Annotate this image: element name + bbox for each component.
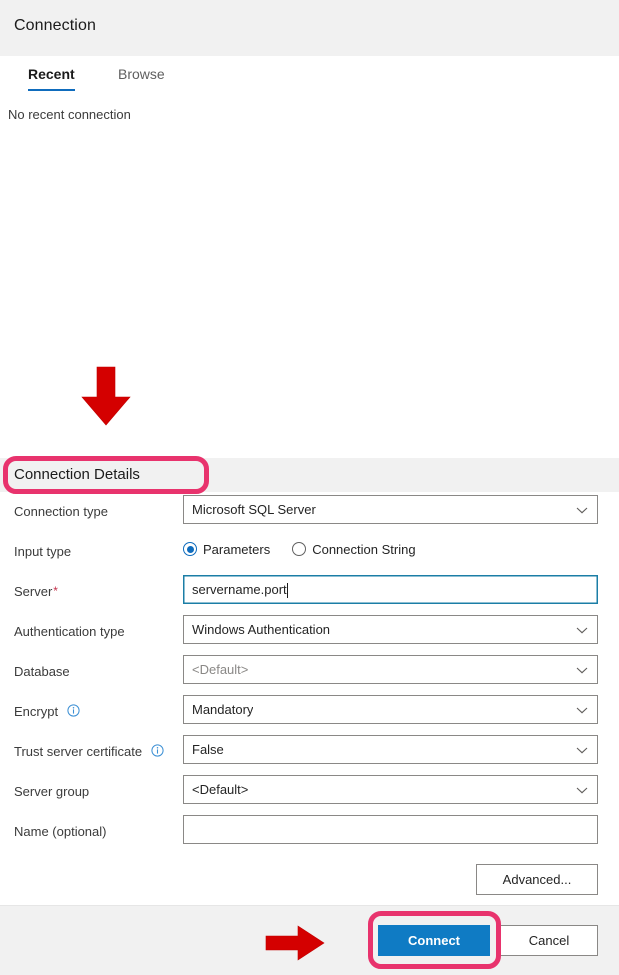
dropdown-server-group[interactable]: <Default>	[183, 775, 598, 804]
tab-recent[interactable]: Recent	[28, 66, 75, 91]
radio-option-connection-string[interactable]: Connection String	[292, 541, 416, 557]
advanced-button[interactable]: Advanced...	[476, 864, 598, 895]
dropdown-encrypt-value: Mandatory	[192, 702, 254, 717]
field-row-encrypt: Encrypt Mandatory	[0, 692, 619, 732]
dropdown-trust-server-certificate-value: False	[192, 742, 224, 757]
radio-selected-icon	[183, 542, 197, 556]
radiogroup-input-type: Parameters Connection String	[183, 536, 438, 562]
dropdown-server-group-value: <Default>	[192, 782, 249, 797]
field-row-name: Name (optional)	[0, 812, 619, 852]
label-trust-server-certificate-text: Trust server certificate	[14, 744, 143, 759]
chevron-down-icon	[576, 622, 588, 637]
dropdown-database-value: <Default>	[192, 662, 249, 677]
dropdown-database[interactable]: <Default>	[183, 655, 598, 684]
field-row-authentication-type: Authentication type Windows Authenticati…	[0, 612, 619, 652]
label-input-type: Input type	[14, 544, 72, 559]
tab-browse[interactable]: Browse	[118, 66, 165, 89]
dropdown-encrypt[interactable]: Mandatory	[183, 695, 598, 724]
info-icon[interactable]	[151, 743, 164, 760]
radio-option-connection-string-label: Connection String	[312, 541, 416, 557]
label-database: Database	[14, 664, 70, 679]
label-encrypt-text: Encrypt	[14, 704, 59, 719]
chevron-down-icon	[576, 702, 588, 717]
textbox-server[interactable]: servername.port	[183, 575, 598, 604]
dialog-titlebar: Connection	[0, 0, 619, 57]
dropdown-trust-server-certificate[interactable]: False	[183, 735, 598, 764]
field-row-trust-server-certificate: Trust server certificate False	[0, 732, 619, 772]
label-server-group: Server group	[14, 784, 90, 799]
recent-empty-message: No recent connection	[8, 107, 131, 122]
label-server: Server*	[14, 584, 58, 599]
label-server-text: Server	[14, 584, 53, 599]
connection-details-title: Connection Details	[14, 466, 140, 483]
field-row-database: Database <Default>	[0, 652, 619, 692]
chevron-down-icon	[576, 782, 588, 797]
label-name: Name (optional)	[14, 824, 107, 839]
connect-button[interactable]: Connect	[378, 925, 490, 956]
label-encrypt: Encrypt	[14, 703, 80, 721]
chevron-down-icon	[576, 662, 588, 677]
textbox-name[interactable]	[183, 815, 598, 844]
label-authentication-type: Authentication type	[14, 624, 125, 639]
radio-option-parameters-label: Parameters	[203, 541, 271, 557]
dropdown-connection-type-value: Microsoft SQL Server	[192, 502, 316, 517]
label-trust-server-certificate: Trust server certificate	[14, 743, 164, 761]
dropdown-authentication-type[interactable]: Windows Authentication	[183, 615, 598, 644]
radio-option-parameters[interactable]: Parameters	[183, 542, 270, 557]
radio-unselected-icon	[292, 542, 307, 556]
page-title: Connection	[14, 17, 96, 34]
required-asterisk: *	[53, 584, 58, 598]
chevron-down-icon	[576, 502, 588, 517]
dropdown-connection-type[interactable]: Microsoft SQL Server	[183, 495, 598, 524]
field-row-connection-type: Connection type Microsoft SQL Server	[0, 492, 619, 532]
cancel-button[interactable]: Cancel	[500, 925, 598, 956]
info-icon[interactable]	[67, 703, 80, 720]
tabstrip: Recent Browse	[0, 56, 619, 96]
field-row-server-group: Server group <Default>	[0, 772, 619, 812]
field-row-server: Server* servername.port	[0, 572, 619, 612]
label-connection-type: Connection type	[14, 504, 108, 519]
field-row-input-type: Input type Parameters Connection String	[0, 532, 619, 572]
connection-details-form: Connection type Microsoft SQL Server Inp…	[0, 492, 619, 852]
text-caret	[286, 583, 288, 598]
textbox-server-value: servername.port	[192, 582, 287, 597]
annotation-arrow-down-icon	[78, 366, 134, 428]
dropdown-authentication-type-value: Windows Authentication	[192, 622, 331, 637]
chevron-down-icon	[576, 742, 588, 757]
